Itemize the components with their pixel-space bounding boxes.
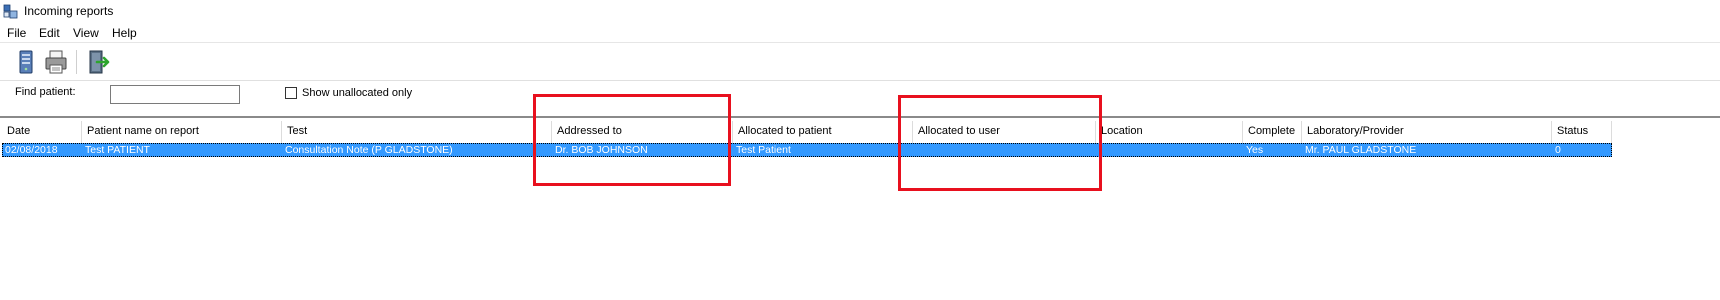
window-title: Incoming reports xyxy=(24,4,114,18)
menu-view[interactable]: View xyxy=(73,26,99,40)
printer-button[interactable] xyxy=(42,48,70,76)
column-header-allocated-to-patient[interactable]: Allocated to patient xyxy=(733,121,913,143)
column-header-test[interactable]: Test xyxy=(282,121,552,143)
printer-icon xyxy=(45,50,67,74)
show-unallocated-checkbox[interactable] xyxy=(285,87,297,99)
menu-bar: File Edit View Help xyxy=(0,23,1720,43)
find-patient-input[interactable] xyxy=(110,85,240,104)
column-header-complete[interactable]: Complete xyxy=(1243,121,1302,143)
find-patient-label: Find patient: xyxy=(15,86,76,98)
cell-location xyxy=(1096,143,1243,157)
cell-patient-name: Test PATIENT xyxy=(85,144,150,156)
menu-divider xyxy=(0,42,1720,43)
exit-door-icon xyxy=(89,50,110,74)
highlight-box-addressed-to xyxy=(533,94,731,186)
cell-test: Consultation Note (P GLADSTONE) xyxy=(285,144,453,156)
highlight-box-allocated-to-user xyxy=(898,95,1102,191)
cell-date: 02/08/2018 xyxy=(5,144,58,156)
column-header-patient-name[interactable]: Patient name on report xyxy=(82,121,282,143)
cell-laboratory-provider: Mr. PAUL GLADSTONE xyxy=(1305,144,1417,156)
exit-button[interactable] xyxy=(84,48,112,76)
menu-help[interactable]: Help xyxy=(112,26,137,40)
cell-status: 0 xyxy=(1555,144,1561,156)
grid-header: Date Patient name on report Test Address… xyxy=(0,121,1720,143)
column-header-laboratory-provider[interactable]: Laboratory/Provider xyxy=(1302,121,1552,143)
column-header-location[interactable]: Location xyxy=(1096,121,1243,143)
menu-edit[interactable]: Edit xyxy=(39,26,60,40)
cell-complete: Yes xyxy=(1246,144,1264,156)
table-row[interactable]: 02/08/2018 Test PATIENT Consultation Not… xyxy=(2,143,1612,157)
cell-allocated-to-patient: Test Patient xyxy=(736,144,791,156)
column-header-status[interactable]: Status xyxy=(1552,121,1612,143)
toolbar xyxy=(0,44,1720,81)
computer-tower-icon xyxy=(19,50,33,74)
toolbar-separator xyxy=(76,50,77,74)
show-unallocated-label: Show unallocated only xyxy=(302,87,413,99)
title-bar: Incoming reports xyxy=(0,0,1720,22)
menu-file[interactable]: File xyxy=(7,26,26,40)
computer-tower-button[interactable] xyxy=(12,48,40,76)
column-header-date[interactable]: Date xyxy=(2,121,82,143)
reports-grid: Date Patient name on report Test Address… xyxy=(0,116,1720,300)
app-icon xyxy=(3,4,18,19)
